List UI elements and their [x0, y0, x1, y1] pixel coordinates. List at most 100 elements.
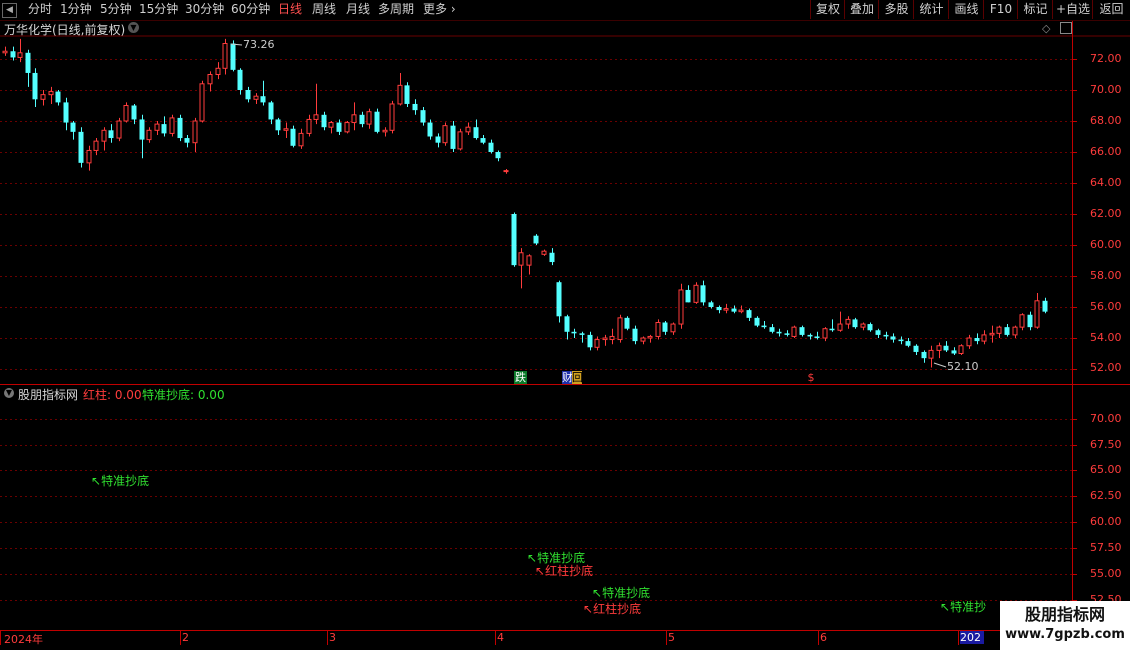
- candle-body: [564, 316, 570, 332]
- candle-body: [829, 328, 835, 331]
- stock-title[interactable]: 万华化学(日线,前复权): [4, 21, 125, 38]
- candle-body: [678, 289, 684, 325]
- chevron-down-icon[interactable]: ▼: [128, 22, 139, 33]
- multi-stock-button[interactable]: 多股: [878, 0, 914, 19]
- tab-period-30min[interactable]: 30分钟: [185, 0, 224, 20]
- arrow-icon: ↖: [535, 564, 546, 578]
- tab-period-daily[interactable]: 日线: [278, 0, 302, 20]
- watermark-url: www.7gpzb.com: [1005, 627, 1125, 642]
- candle-body: [624, 317, 630, 329]
- candle-body: [837, 323, 843, 331]
- indicator-name[interactable]: 股朋指标网: [18, 386, 78, 403]
- candle-body: [25, 52, 31, 73]
- candle-body: [1012, 326, 1018, 336]
- candle-body: [723, 308, 729, 311]
- candle-body: [867, 324, 873, 331]
- candle-body: [852, 319, 858, 328]
- tab-period-monthly[interactable]: 月线: [346, 0, 370, 20]
- candle-body: [78, 131, 84, 163]
- tab-period-5min[interactable]: 5分钟: [100, 0, 132, 20]
- collapse-icon[interactable]: ◀: [2, 3, 17, 18]
- candle-body: [875, 330, 881, 335]
- tab-period-15min[interactable]: 15分钟: [139, 0, 178, 20]
- event-marker-drop[interactable]: 跌: [514, 371, 527, 384]
- date-axis-label: 2: [182, 631, 189, 644]
- event-marker-dividend[interactable]: $: [806, 371, 816, 384]
- signal-text: 红柱抄底: [545, 564, 594, 578]
- price-axis-label: 52.00: [1090, 361, 1122, 374]
- candle-body: [283, 128, 289, 131]
- indicator-axis-label: 67.50: [1090, 438, 1122, 451]
- candle-body: [139, 119, 145, 140]
- date-axis-label: 3: [329, 631, 336, 644]
- draw-line-button[interactable]: 画线: [948, 0, 984, 19]
- candle-body: [55, 91, 61, 103]
- candle-body: [1004, 327, 1010, 335]
- candle-body: [503, 170, 509, 173]
- candle-body: [404, 85, 410, 104]
- candle-body: [556, 282, 562, 317]
- candle-body: [86, 149, 92, 164]
- tab-period-weekly[interactable]: 周线: [312, 0, 336, 20]
- candle-body: [275, 119, 281, 131]
- signal-text: 特准抄底: [602, 586, 651, 600]
- candle-body: [860, 323, 866, 328]
- candle-body: [761, 325, 767, 328]
- stats-button[interactable]: 统计: [913, 0, 949, 19]
- candle-body: [290, 128, 296, 146]
- arrow-icon: ↖: [940, 600, 951, 614]
- fuquan-button[interactable]: 复权: [810, 0, 845, 19]
- candle-body: [655, 322, 661, 337]
- tab-period-1min[interactable]: 1分钟: [60, 0, 92, 20]
- candle-body: [146, 129, 152, 141]
- mark-button[interactable]: 标记: [1017, 0, 1053, 19]
- overlay-button[interactable]: 叠加: [844, 0, 879, 19]
- candle-body: [268, 102, 274, 120]
- indicator-axis-label: 55.00: [1090, 567, 1122, 580]
- candle-body: [116, 120, 122, 139]
- panel-toggle-icon[interactable]: [1060, 22, 1072, 34]
- candle-body: [966, 337, 972, 347]
- price-axis-label: 72.00: [1090, 52, 1122, 65]
- candle-body: [776, 331, 782, 334]
- candle-body: [63, 102, 69, 123]
- candle-body: [253, 95, 259, 100]
- candle-body: [700, 285, 706, 303]
- back-button[interactable]: 返回: [1092, 0, 1130, 19]
- candle-body: [890, 336, 896, 340]
- event-marker-finance[interactable]: 财: [562, 371, 573, 384]
- candle-body: [928, 349, 934, 359]
- indicator-collapse-icon[interactable]: ▼: [4, 388, 14, 398]
- candle-body: [647, 335, 653, 339]
- candle-body: [427, 122, 433, 137]
- chevron-right-icon: ›: [447, 2, 456, 16]
- tab-period-more[interactable]: 更多 ›: [423, 0, 456, 20]
- tab-period-fenshi[interactable]: 分时: [28, 0, 52, 20]
- price-axis-label: 60.00: [1090, 238, 1122, 251]
- signal-label: ↖特准抄底: [592, 584, 650, 601]
- candle-body: [397, 84, 403, 105]
- candle-body: [602, 337, 608, 341]
- candle-body: [366, 111, 372, 125]
- candle-body: [807, 334, 813, 337]
- candle-body: [101, 129, 107, 142]
- event-marker-buyback[interactable]: 回: [572, 371, 583, 384]
- tab-period-multi[interactable]: 多周期: [378, 0, 414, 20]
- candle-body: [32, 72, 38, 100]
- candle-body: [883, 334, 889, 337]
- candle-body: [943, 345, 949, 351]
- price-axis-label: 54.00: [1090, 331, 1122, 344]
- tab-period-60min[interactable]: 60分钟: [231, 0, 270, 20]
- candle-body: [549, 252, 555, 263]
- candle-body: [245, 90, 251, 100]
- signal-text: 特准抄底: [101, 474, 150, 488]
- indicator-red-value: 红柱: 0.00: [83, 388, 142, 402]
- candle-body: [989, 332, 995, 336]
- add-watchlist-button[interactable]: +自选: [1052, 0, 1093, 19]
- candle-body: [123, 105, 129, 122]
- candle-body: [161, 124, 167, 134]
- candle-body: [511, 214, 517, 266]
- f10-button[interactable]: F10: [983, 0, 1018, 19]
- diamond-icon[interactable]: ◇: [1042, 22, 1050, 35]
- candle-body: [594, 339, 600, 348]
